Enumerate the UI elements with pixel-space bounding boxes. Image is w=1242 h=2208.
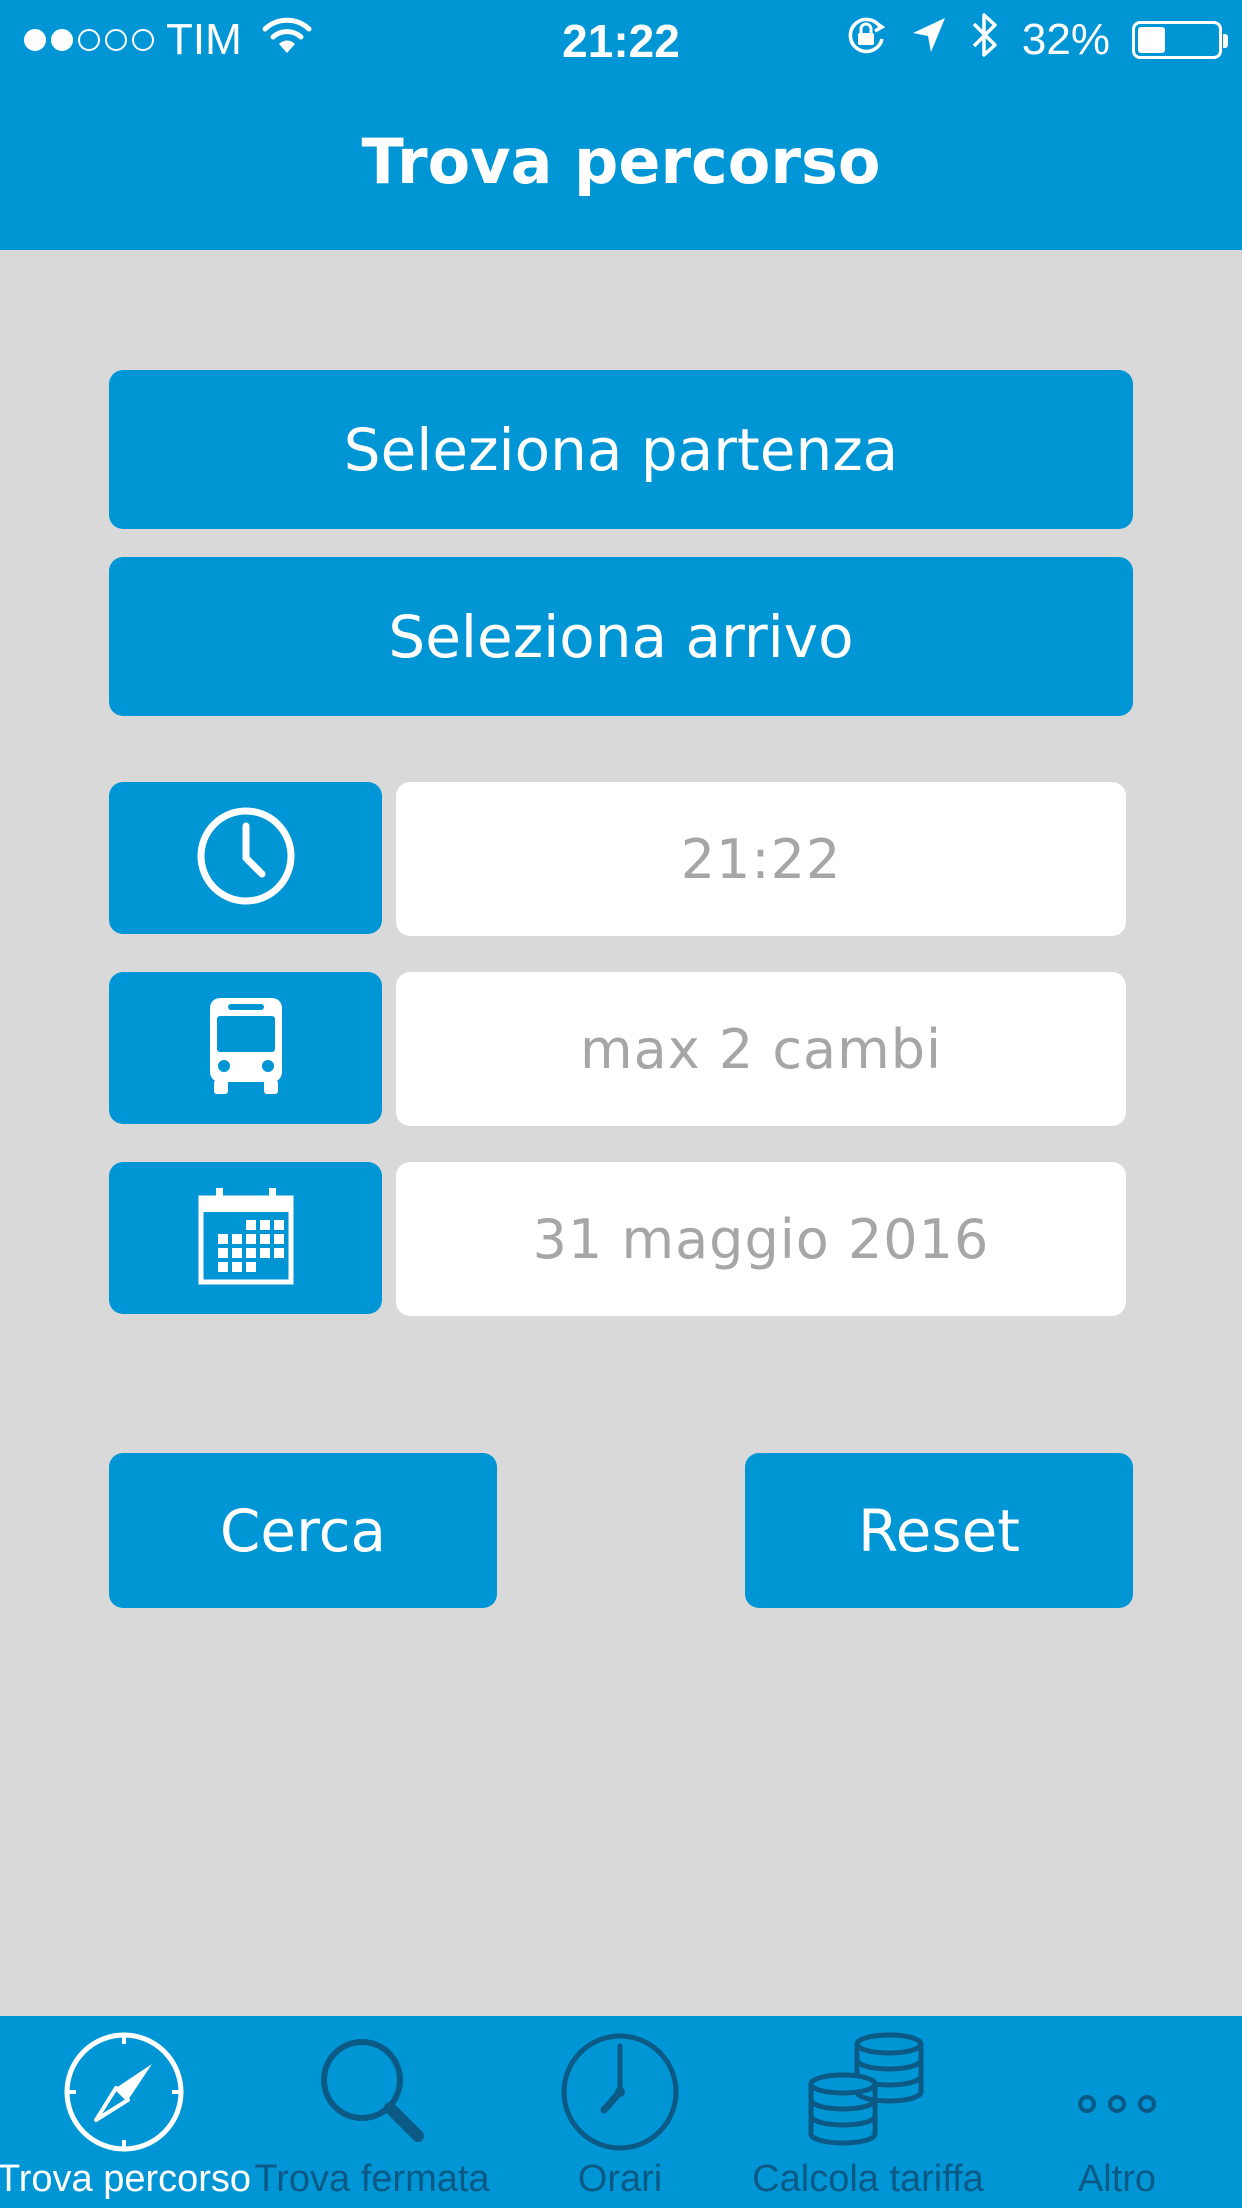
- tab-calcola-tariffa[interactable]: Calcola tariffa: [744, 2016, 992, 2208]
- search-button[interactable]: Cerca: [109, 1453, 497, 1608]
- time-picker-button[interactable]: [109, 782, 382, 934]
- coins-icon: [803, 2016, 933, 2158]
- tab-label: Orari: [577, 2158, 663, 2200]
- rotation-lock-icon: [844, 13, 888, 68]
- page-title: Trova percorso: [361, 124, 881, 198]
- more-icon: [1055, 2016, 1179, 2158]
- status-right: 32%: [844, 12, 1228, 68]
- select-departure-button[interactable]: Seleziona partenza: [109, 370, 1133, 529]
- battery-icon: [1132, 21, 1228, 59]
- time-field[interactable]: 21:22: [396, 782, 1126, 936]
- bus-icon: [206, 996, 286, 1100]
- clock-icon: [558, 2016, 682, 2158]
- max-changes-field[interactable]: max 2 cambi: [396, 972, 1126, 1126]
- date-picker-button[interactable]: [109, 1162, 382, 1314]
- tab-label: Calcola tariffa: [752, 2158, 984, 2200]
- calendar-icon: [196, 1186, 296, 1290]
- location-arrow-icon: [910, 15, 948, 66]
- battery-level: [1138, 27, 1165, 53]
- tab-trova-fermata[interactable]: Trova fermata: [248, 2016, 496, 2208]
- navigation-bar: Trova percorso: [0, 80, 1242, 250]
- tab-label: Trova fermata: [254, 2158, 490, 2200]
- battery-percent: 32%: [1021, 15, 1110, 64]
- tab-altro[interactable]: Altro: [992, 2016, 1242, 2208]
- date-field[interactable]: 31 maggio 2016: [396, 1162, 1126, 1316]
- tab-label: Trova percorso: [0, 2158, 252, 2200]
- clock-icon: [194, 804, 298, 912]
- select-arrival-button[interactable]: Seleziona arrivo: [109, 557, 1133, 716]
- tab-label: Altro: [1077, 2158, 1157, 2200]
- tab-bar: Trova percorso Trova fermata Orari Calco…: [0, 2016, 1242, 2208]
- bluetooth-icon: [970, 11, 1000, 70]
- magnifier-icon: [310, 2016, 434, 2158]
- reset-button[interactable]: Reset: [745, 1453, 1133, 1608]
- compass-icon: [62, 2016, 186, 2158]
- tab-orari[interactable]: Orari: [496, 2016, 744, 2208]
- tab-trova-percorso[interactable]: Trova percorso: [0, 2016, 252, 2208]
- changes-picker-button[interactable]: [109, 972, 382, 1124]
- status-bar: TIM 21:22 32%: [0, 0, 1242, 80]
